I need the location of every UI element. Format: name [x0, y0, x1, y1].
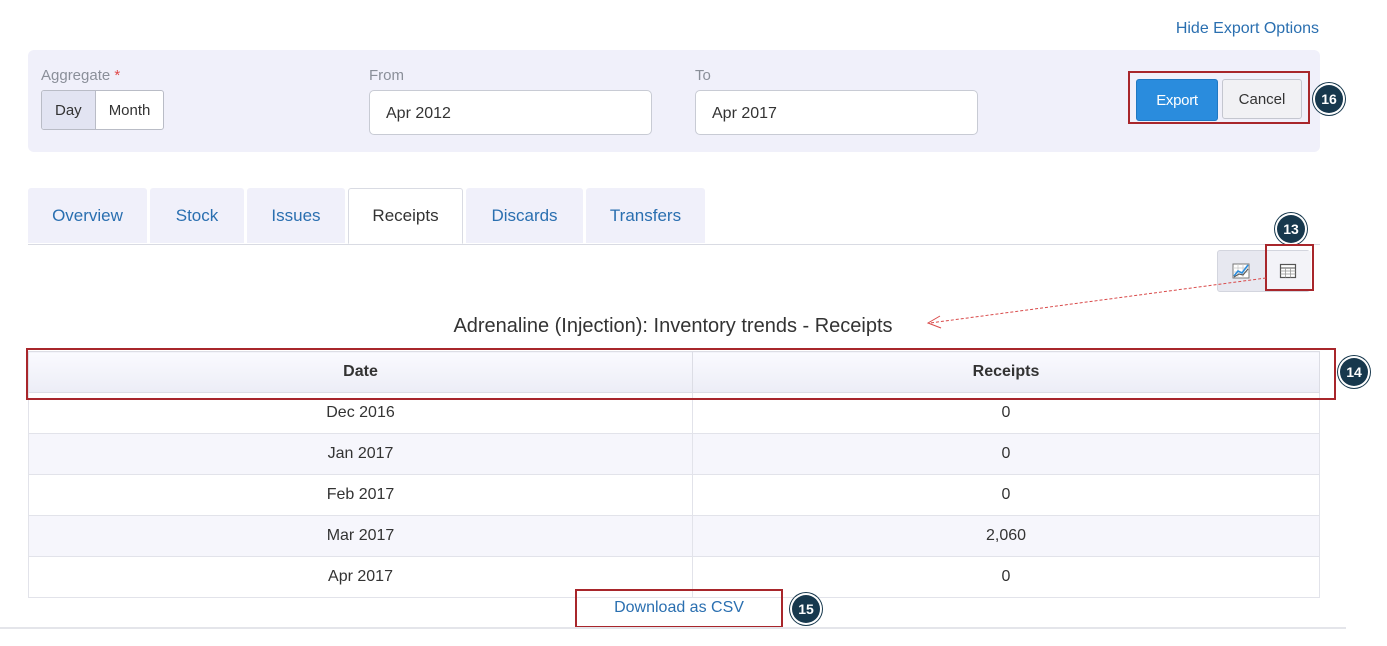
aggregate-label: Aggregate *	[41, 67, 121, 84]
from-date-input[interactable]: Apr 2012	[369, 90, 652, 135]
cancel-button[interactable]: Cancel	[1222, 79, 1302, 119]
tab-receipts[interactable]: Receipts	[348, 188, 463, 244]
date-cell: Mar 2017	[28, 515, 693, 557]
table-view-button[interactable]	[1265, 251, 1311, 291]
export-button[interactable]: Export	[1136, 79, 1218, 121]
tab-transfers[interactable]: Transfers	[586, 188, 705, 243]
receipts-cell: 0	[692, 556, 1320, 598]
hide-export-options-link[interactable]: Hide Export Options	[1176, 20, 1319, 38]
chart-title: Adrenaline (Injection): Inventory trends…	[453, 315, 893, 337]
callout-badge-16: 16	[1315, 85, 1343, 113]
aggregate-month-button[interactable]: Month	[96, 91, 164, 129]
table-icon	[1279, 263, 1297, 279]
receipts-table: Date Receipts Dec 2016 0 Jan 2017 0 Feb …	[28, 351, 1320, 598]
tab-discards[interactable]: Discards	[466, 188, 583, 243]
table-row: Dec 2016 0	[28, 392, 1320, 434]
chart-icon	[1232, 263, 1250, 279]
chart-view-button[interactable]	[1218, 251, 1264, 291]
tab-bar: Overview Stock Issues Receipts Discards …	[28, 188, 1320, 245]
download-csv-link[interactable]: Download as CSV	[576, 590, 782, 626]
divider	[0, 627, 1346, 629]
table-row: Mar 2017 2,060	[28, 515, 1320, 557]
date-cell: Feb 2017	[28, 474, 693, 516]
from-label: From	[369, 67, 404, 84]
table-row: Feb 2017 0	[28, 474, 1320, 516]
callout-badge-13: 13	[1277, 215, 1305, 243]
export-options-panel: Aggregate * Day Month From Apr 2012 To A…	[28, 50, 1320, 152]
date-cell: Dec 2016	[28, 392, 693, 434]
column-header-receipts[interactable]: Receipts	[692, 351, 1320, 393]
receipts-cell: 0	[692, 474, 1320, 516]
callout-badge-14: 14	[1340, 358, 1368, 386]
aggregate-toggle: Day Month	[41, 90, 165, 130]
tab-issues[interactable]: Issues	[247, 188, 345, 243]
tab-stock[interactable]: Stock	[150, 188, 244, 243]
receipts-cell: 0	[692, 392, 1320, 434]
receipts-cell: 0	[692, 433, 1320, 475]
table-row: Jan 2017 0	[28, 433, 1320, 475]
view-toggle	[1217, 250, 1311, 292]
date-cell: Jan 2017	[28, 433, 693, 475]
tab-overview[interactable]: Overview	[28, 188, 147, 243]
to-date-input[interactable]: Apr 2017	[695, 90, 978, 135]
column-header-date[interactable]: Date	[28, 351, 693, 393]
to-label: To	[695, 67, 711, 84]
table-header-row: Date Receipts	[28, 351, 1320, 393]
receipts-cell: 2,060	[692, 515, 1320, 557]
callout-badge-15: 15	[792, 595, 820, 623]
aggregate-day-button[interactable]: Day	[42, 91, 96, 129]
